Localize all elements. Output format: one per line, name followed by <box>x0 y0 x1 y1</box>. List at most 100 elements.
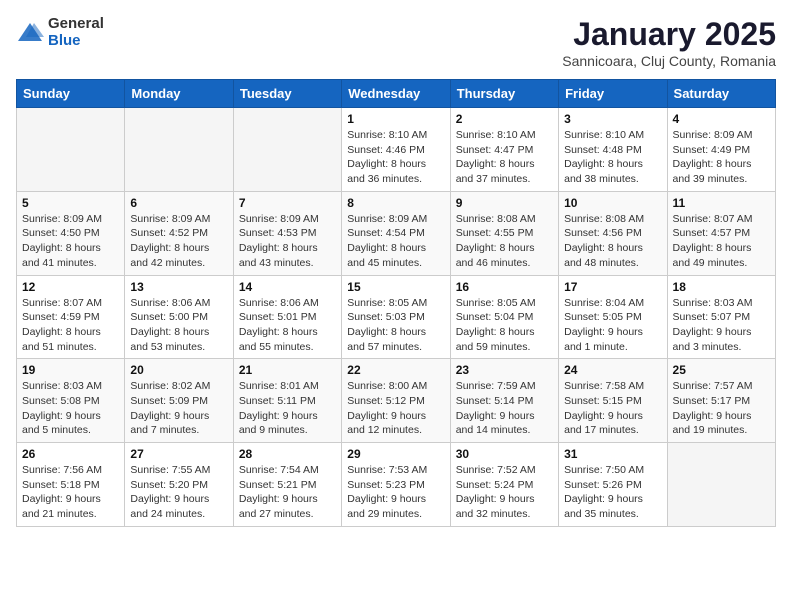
header-day-thursday: Thursday <box>450 80 558 108</box>
day-info: Sunrise: 8:10 AMSunset: 4:47 PMDaylight:… <box>456 128 553 187</box>
calendar-cell: 3 Sunrise: 8:10 AMSunset: 4:48 PMDaylight… <box>559 108 667 192</box>
day-info: Sunrise: 8:06 AMSunset: 5:01 PMDaylight:… <box>239 296 336 355</box>
calendar-header-row: SundayMondayTuesdayWednesdayThursdayFrid… <box>17 80 776 108</box>
day-number: 30 <box>456 447 553 461</box>
logo-icon <box>16 19 44 47</box>
day-info: Sunrise: 8:04 AMSunset: 5:05 PMDaylight:… <box>564 296 661 355</box>
day-info: Sunrise: 8:00 AMSunset: 5:12 PMDaylight:… <box>347 379 444 438</box>
day-info: Sunrise: 8:08 AMSunset: 4:55 PMDaylight:… <box>456 212 553 271</box>
calendar-cell: 19Sunrise: 8:03 AMSunset: 5:08 PMDayligh… <box>17 359 125 443</box>
calendar-cell: 1 Sunrise: 8:10 AMSunset: 4:46 PMDaylight… <box>342 108 450 192</box>
calendar-week-row: 12Sunrise: 8:07 AMSunset: 4:59 PMDayligh… <box>17 275 776 359</box>
calendar-cell: 15Sunrise: 8:05 AMSunset: 5:03 PMDayligh… <box>342 275 450 359</box>
day-info: Sunrise: 7:54 AMSunset: 5:21 PMDaylight:… <box>239 463 336 522</box>
day-info: Sunrise: 7:59 AMSunset: 5:14 PMDaylight:… <box>456 379 553 438</box>
calendar-week-row: 19Sunrise: 8:03 AMSunset: 5:08 PMDayligh… <box>17 359 776 443</box>
header-day-tuesday: Tuesday <box>233 80 341 108</box>
day-info: Sunrise: 8:06 AMSunset: 5:00 PMDaylight:… <box>130 296 227 355</box>
calendar-cell: 21 Sunrise: 8:01 AMSunset: 5:11 PMDayligh… <box>233 359 341 443</box>
calendar-week-row: 26 Sunrise: 7:56 AMSunset: 5:18 PMDayligh… <box>17 443 776 527</box>
day-info: Sunrise: 8:03 AMSunset: 5:08 PMDaylight:… <box>22 379 119 438</box>
calendar-cell: 2 Sunrise: 8:10 AMSunset: 4:47 PMDaylight… <box>450 108 558 192</box>
calendar-cell: 20 Sunrise: 8:02 AMSunset: 5:09 PMDayligh… <box>125 359 233 443</box>
day-number: 11 <box>673 196 770 210</box>
calendar-cell: 11 Sunrise: 8:07 AMSunset: 4:57 PMDayligh… <box>667 191 775 275</box>
calendar-cell: 6 Sunrise: 8:09 AMSunset: 4:52 PMDaylight… <box>125 191 233 275</box>
calendar-cell <box>17 108 125 192</box>
calendar-cell: 26 Sunrise: 7:56 AMSunset: 5:18 PMDayligh… <box>17 443 125 527</box>
calendar-cell: 27 Sunrise: 7:55 AMSunset: 5:20 PMDayligh… <box>125 443 233 527</box>
calendar-cell: 17 Sunrise: 8:04 AMSunset: 5:05 PMDayligh… <box>559 275 667 359</box>
day-info: Sunrise: 8:07 AMSunset: 4:57 PMDaylight:… <box>673 212 770 271</box>
logo-blue-text: Blue <box>48 33 104 50</box>
day-info: Sunrise: 8:09 AMSunset: 4:52 PMDaylight:… <box>130 212 227 271</box>
day-info: Sunrise: 8:08 AMSunset: 4:56 PMDaylight:… <box>564 212 661 271</box>
day-number: 23 <box>456 363 553 377</box>
calendar-cell: 7Sunrise: 8:09 AMSunset: 4:53 PMDaylight… <box>233 191 341 275</box>
day-info: Sunrise: 8:10 AMSunset: 4:48 PMDaylight:… <box>564 128 661 187</box>
day-number: 26 <box>22 447 119 461</box>
calendar-cell: 31Sunrise: 7:50 AMSunset: 5:26 PMDayligh… <box>559 443 667 527</box>
calendar-cell: 25Sunrise: 7:57 AMSunset: 5:17 PMDayligh… <box>667 359 775 443</box>
calendar-cell: 10Sunrise: 8:08 AMSunset: 4:56 PMDayligh… <box>559 191 667 275</box>
calendar-subtitle: Sannicoara, Cluj County, Romania <box>562 53 776 69</box>
calendar-cell: 8 Sunrise: 8:09 AMSunset: 4:54 PMDaylight… <box>342 191 450 275</box>
day-number: 21 <box>239 363 336 377</box>
day-number: 14 <box>239 280 336 294</box>
calendar-cell: 14 Sunrise: 8:06 AMSunset: 5:01 PMDayligh… <box>233 275 341 359</box>
day-number: 1 <box>347 112 444 126</box>
day-number: 20 <box>130 363 227 377</box>
header-day-wednesday: Wednesday <box>342 80 450 108</box>
calendar-cell: 9Sunrise: 8:08 AMSunset: 4:55 PMDaylight… <box>450 191 558 275</box>
calendar-cell: 18 Sunrise: 8:03 AMSunset: 5:07 PMDayligh… <box>667 275 775 359</box>
day-info: Sunrise: 8:09 AMSunset: 4:54 PMDaylight:… <box>347 212 444 271</box>
day-info: Sunrise: 8:01 AMSunset: 5:11 PMDaylight:… <box>239 379 336 438</box>
calendar-cell: 28 Sunrise: 7:54 AMSunset: 5:21 PMDayligh… <box>233 443 341 527</box>
calendar-cell: 16Sunrise: 8:05 AMSunset: 5:04 PMDayligh… <box>450 275 558 359</box>
day-number: 3 <box>564 112 661 126</box>
day-number: 28 <box>239 447 336 461</box>
header-day-friday: Friday <box>559 80 667 108</box>
day-info: Sunrise: 8:07 AMSunset: 4:59 PMDaylight:… <box>22 296 119 355</box>
logo-text: General Blue <box>48 16 104 49</box>
day-number: 22 <box>347 363 444 377</box>
title-section: January 2025 Sannicoara, Cluj County, Ro… <box>562 16 776 69</box>
day-info: Sunrise: 8:03 AMSunset: 5:07 PMDaylight:… <box>673 296 770 355</box>
day-info: Sunrise: 8:09 AMSunset: 4:49 PMDaylight:… <box>673 128 770 187</box>
day-info: Sunrise: 7:58 AMSunset: 5:15 PMDaylight:… <box>564 379 661 438</box>
day-number: 6 <box>130 196 227 210</box>
header-day-sunday: Sunday <box>17 80 125 108</box>
day-info: Sunrise: 8:09 AMSunset: 4:50 PMDaylight:… <box>22 212 119 271</box>
day-info: Sunrise: 7:56 AMSunset: 5:18 PMDaylight:… <box>22 463 119 522</box>
calendar-cell: 12Sunrise: 8:07 AMSunset: 4:59 PMDayligh… <box>17 275 125 359</box>
logo: General Blue <box>16 16 104 49</box>
day-number: 27 <box>130 447 227 461</box>
calendar-cell: 24 Sunrise: 7:58 AMSunset: 5:15 PMDayligh… <box>559 359 667 443</box>
day-number: 2 <box>456 112 553 126</box>
calendar-cell <box>233 108 341 192</box>
day-number: 8 <box>347 196 444 210</box>
day-info: Sunrise: 8:02 AMSunset: 5:09 PMDaylight:… <box>130 379 227 438</box>
day-number: 4 <box>673 112 770 126</box>
day-number: 7 <box>239 196 336 210</box>
page-header: General Blue January 2025 Sannicoara, Cl… <box>16 16 776 69</box>
day-info: Sunrise: 7:55 AMSunset: 5:20 PMDaylight:… <box>130 463 227 522</box>
header-day-monday: Monday <box>125 80 233 108</box>
calendar-cell: 29Sunrise: 7:53 AMSunset: 5:23 PMDayligh… <box>342 443 450 527</box>
day-number: 5 <box>22 196 119 210</box>
day-info: Sunrise: 8:10 AMSunset: 4:46 PMDaylight:… <box>347 128 444 187</box>
day-number: 25 <box>673 363 770 377</box>
calendar-cell: 4 Sunrise: 8:09 AMSunset: 4:49 PMDaylight… <box>667 108 775 192</box>
calendar-cell: 5 Sunrise: 8:09 AMSunset: 4:50 PMDaylight… <box>17 191 125 275</box>
header-day-saturday: Saturday <box>667 80 775 108</box>
day-number: 24 <box>564 363 661 377</box>
day-info: Sunrise: 8:05 AMSunset: 5:04 PMDaylight:… <box>456 296 553 355</box>
day-number: 17 <box>564 280 661 294</box>
day-info: Sunrise: 8:05 AMSunset: 5:03 PMDaylight:… <box>347 296 444 355</box>
day-number: 18 <box>673 280 770 294</box>
day-info: Sunrise: 7:53 AMSunset: 5:23 PMDaylight:… <box>347 463 444 522</box>
calendar-table: SundayMondayTuesdayWednesdayThursdayFrid… <box>16 79 776 527</box>
calendar-cell: 13Sunrise: 8:06 AMSunset: 5:00 PMDayligh… <box>125 275 233 359</box>
logo-general-text: General <box>48 16 104 33</box>
calendar-cell <box>667 443 775 527</box>
